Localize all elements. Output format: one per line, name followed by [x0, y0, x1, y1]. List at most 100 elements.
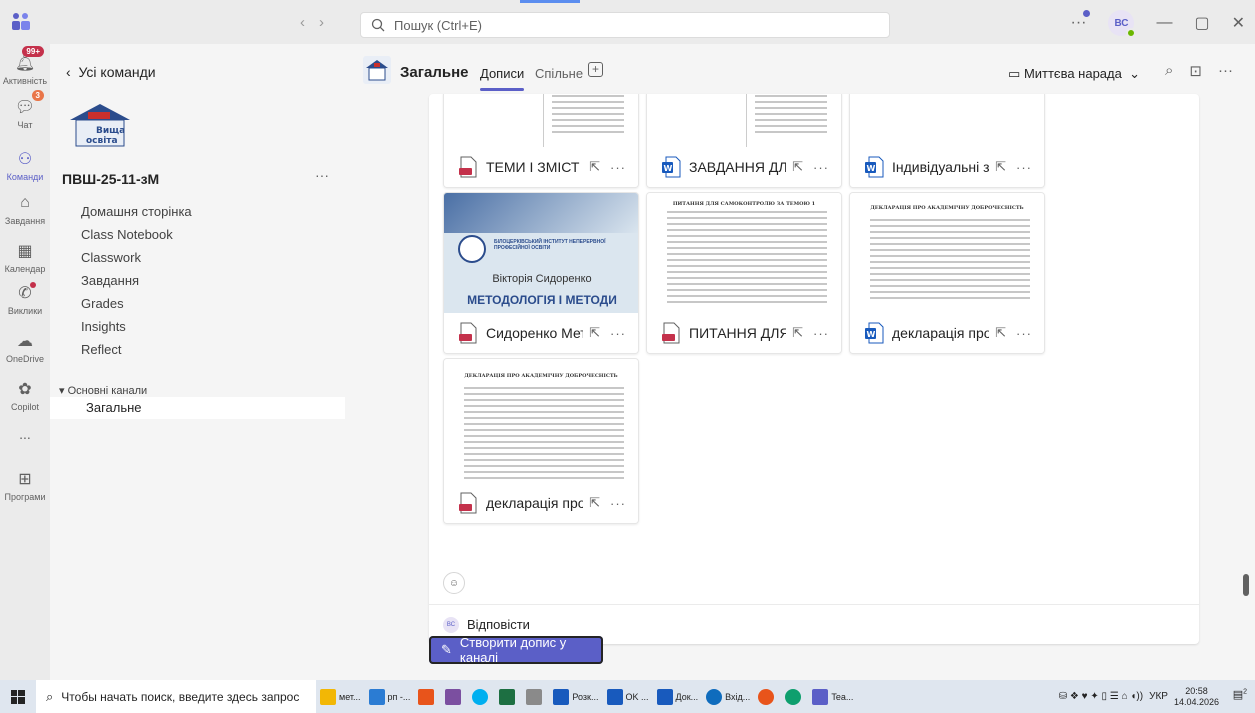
channel-header: Загальне Дописи Спільне + ▭ Миттєва нара…	[345, 44, 1255, 94]
file-card[interactable]: ДЕКЛАРАЦІЯ ПРО АКАДЕМІЧНУ ДОБРОЧЕСНІСТЬ …	[849, 192, 1045, 354]
share-icon[interactable]: ⇱	[589, 325, 600, 341]
file-card[interactable]: БІЛОЦЕРКІВСЬКИЙ ІНСТИТУТ НЕПЕРЕРВНОЇ ПРО…	[443, 192, 639, 354]
taskbar-app[interactable]	[522, 680, 549, 713]
word-file-icon: W	[662, 156, 681, 178]
rail-apps[interactable]: ⊞ Програми	[0, 468, 50, 502]
team-logo: Вища освіта	[60, 98, 134, 150]
rail-assignments[interactable]: ⌂ Завдання	[0, 192, 50, 226]
taskbar-app[interactable]: OK ...	[603, 680, 653, 713]
bell-icon: 🔔︎ 99+	[14, 46, 44, 74]
reply-avatar: ВС	[443, 616, 459, 633]
language-indicator[interactable]: УКР	[1149, 691, 1168, 702]
taskbar-app[interactable]: мет...	[316, 680, 365, 713]
history-arrows[interactable]: ‹›	[300, 14, 338, 31]
nav-grades[interactable]: Grades	[81, 296, 124, 311]
nav-insights[interactable]: Insights	[81, 319, 126, 334]
tab-shared[interactable]: Спільне	[535, 66, 583, 81]
file-name: ЗАВДАННЯ ДЛ...	[689, 159, 787, 175]
file-card[interactable]: ПИТАННЯ ДЛЯ САМОКОНТРОЛЮ ЗА ТЕМОЮ 1 ПИТА…	[646, 192, 842, 354]
rail-onedrive[interactable]: ☁︎ OneDrive	[0, 330, 50, 364]
taskbar-app[interactable]	[495, 680, 522, 713]
user-avatar[interactable]: ВС	[1108, 10, 1137, 38]
settings-more-icon[interactable]: ···	[1070, 10, 1091, 32]
rail-activity[interactable]: 🔔︎ 99+ Активність	[0, 46, 50, 86]
file-card[interactable]: ТЕМИ І ЗМІСТ ... ⇱ ···	[443, 94, 639, 188]
expand-view-icon[interactable]: ⊡	[1189, 62, 1202, 80]
nav-assignments[interactable]: Завдання	[81, 273, 139, 288]
close-icon[interactable]: ✕	[1232, 13, 1245, 33]
add-tab-icon[interactable]: +	[588, 62, 603, 77]
svg-text:W: W	[867, 330, 876, 339]
search-channel-icon[interactable]: ⌕	[1165, 62, 1173, 80]
file-card[interactable]: W ЗАВДАННЯ ДЛ... ⇱ ···	[646, 94, 842, 188]
channel-post: ТЕМИ І ЗМІСТ ... ⇱ ··· W ЗАВДАННЯ ДЛ... …	[429, 94, 1199, 644]
taskbar-app[interactable]	[414, 680, 441, 713]
word-file-icon: W	[865, 322, 884, 344]
channel-name: Загальне	[400, 64, 469, 81]
file-more-icon[interactable]: ···	[1016, 326, 1032, 341]
rail-copilot[interactable]: ✿ Copilot	[0, 378, 50, 412]
notification-center-icon[interactable]: ▤2	[1233, 688, 1247, 701]
meet-now-button[interactable]: ▭ Миттєва нарада ⌄	[1008, 66, 1140, 82]
file-card[interactable]: W Індивідуальні з... ⇱ ···	[849, 94, 1045, 188]
taskbar-app[interactable]: Tea...	[808, 680, 857, 713]
file-card[interactable]: ДЕКЛАРАЦІЯ ПРО АКАДЕМІЧНУ ДОБРОЧЕСНІСТЬ …	[443, 358, 639, 524]
nav-classwork[interactable]: Classwork	[81, 250, 141, 265]
file-more-icon[interactable]: ···	[610, 496, 626, 511]
rail-teams[interactable]: ⚇ Команди	[0, 148, 50, 182]
backpack-icon: ⌂	[20, 194, 30, 211]
nav-home-page[interactable]: Домашня сторінка	[81, 204, 192, 219]
file-more-icon[interactable]: ···	[610, 326, 626, 341]
search-box[interactable]: Пошук (Ctrl+E)	[360, 12, 890, 38]
file-name: Індивідуальні з...	[892, 159, 990, 175]
share-icon[interactable]: ⇱	[792, 325, 803, 341]
rail-calendar[interactable]: ▦ Календар	[0, 240, 50, 274]
windows-start-icon[interactable]	[0, 680, 36, 713]
taskbar-app[interactable]	[441, 680, 468, 713]
team-more-options[interactable]: ···	[315, 167, 329, 183]
nav-reflect[interactable]: Reflect	[81, 342, 121, 357]
file-name: ПИТАННЯ ДЛЯ ...	[689, 325, 786, 341]
file-more-icon[interactable]: ···	[813, 326, 829, 341]
share-icon[interactable]: ⇱	[995, 325, 1006, 341]
taskbar-app[interactable]: рп -...	[365, 680, 415, 713]
title-accent-line	[520, 0, 580, 3]
share-icon[interactable]: ⇱	[589, 495, 600, 511]
file-more-icon[interactable]: ···	[610, 160, 626, 175]
minimize-icon[interactable]: —	[1156, 14, 1172, 32]
taskbar-app[interactable]: Розк...	[549, 680, 602, 713]
more-options-icon[interactable]: ···	[1218, 62, 1233, 80]
thumbnail-title-text: МЕТОДОЛОГІЯ І МЕТОДИ	[467, 293, 617, 307]
taskbar-app[interactable]	[754, 680, 781, 713]
rail-chat[interactable]: 💬︎ 3 Чат	[0, 90, 50, 130]
compose-icon: ✎	[441, 642, 452, 657]
maximize-icon[interactable]: ▢	[1194, 13, 1209, 33]
all-teams-back-link[interactable]: ‹ Усі команди	[66, 64, 156, 80]
add-reaction-icon[interactable]: ☺	[443, 572, 465, 594]
activity-badge: 99+	[22, 46, 44, 57]
app-rail: 🔔︎ 99+ Активність 💬︎ 3 Чат ⚇ Команди ⌂ Зав…	[0, 44, 50, 680]
rail-more[interactable]: ...	[0, 426, 50, 442]
share-icon[interactable]: ⇱	[792, 159, 803, 175]
taskbar-app[interactable]	[781, 680, 808, 713]
tab-posts[interactable]: Дописи	[480, 66, 525, 91]
svg-text:W: W	[664, 164, 673, 173]
nav-class-notebook[interactable]: Class Notebook	[81, 227, 173, 242]
clock[interactable]: 20:58 14.04.2026	[1174, 686, 1219, 708]
channels-section-header[interactable]: ▾ Основні канали	[59, 384, 147, 397]
share-icon[interactable]: ⇱	[995, 159, 1006, 175]
taskbar-app[interactable]: Док...	[653, 680, 703, 713]
taskbar-search[interactable]: ⌕ Чтобы начать поиск, введите здесь запр…	[36, 680, 316, 713]
taskbar-app[interactable]	[468, 680, 495, 713]
file-more-icon[interactable]: ···	[813, 160, 829, 175]
new-post-button[interactable]: ✎ Створити допис у каналі	[429, 635, 603, 665]
file-thumbnail	[444, 94, 638, 147]
rail-calls[interactable]: ✆ Виклики	[0, 282, 50, 316]
share-icon[interactable]: ⇱	[589, 159, 600, 175]
pdf-file-icon	[662, 322, 680, 344]
taskbar-app[interactable]: Вхід...	[702, 680, 754, 713]
file-more-icon[interactable]: ···	[1016, 160, 1032, 175]
channel-general[interactable]: Загальне	[50, 397, 345, 419]
tray-icons[interactable]: ⛁ ❖ ♥ ✦ ▯ ☰ ⌂ ◖))	[1059, 691, 1143, 702]
scrollbar-thumb[interactable]	[1243, 574, 1249, 596]
